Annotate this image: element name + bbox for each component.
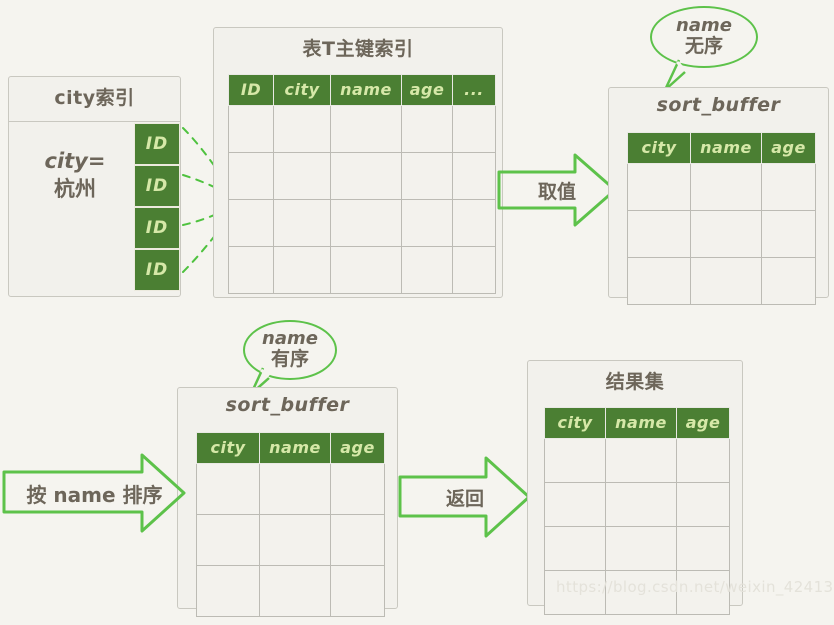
table-cell bbox=[330, 463, 385, 515]
city-condition-line1: city= bbox=[44, 149, 106, 173]
table-cell bbox=[544, 482, 606, 527]
table-row bbox=[196, 565, 385, 617]
column-header: name bbox=[605, 407, 677, 439]
sort-buffer-top-grid: city name age bbox=[627, 132, 816, 305]
table-cell bbox=[544, 526, 606, 571]
table-cell bbox=[330, 105, 402, 153]
table-cell bbox=[452, 152, 496, 200]
table-cell bbox=[330, 246, 402, 294]
bubble-top-line2: 无序 bbox=[684, 34, 723, 57]
city-condition-line2: 杭州 bbox=[54, 177, 96, 202]
table-row bbox=[627, 210, 816, 258]
table-cell bbox=[690, 257, 762, 305]
table-cell bbox=[761, 257, 816, 305]
column-header: ID bbox=[228, 74, 274, 106]
table-cell bbox=[627, 210, 691, 258]
table-row bbox=[544, 526, 730, 571]
table-cell bbox=[330, 152, 402, 200]
column-header: age bbox=[676, 407, 730, 439]
table-cell bbox=[544, 438, 606, 483]
sort-by-name-arrow-label: 按 name 排序 bbox=[26, 482, 163, 507]
table-cell bbox=[690, 163, 762, 211]
table-row bbox=[627, 257, 816, 305]
city-index-title: city索引 bbox=[54, 87, 135, 109]
table-cell bbox=[401, 152, 453, 200]
table-cell bbox=[273, 246, 331, 294]
table-t-grid: ID city name age... bbox=[228, 74, 496, 294]
table-cell bbox=[228, 105, 274, 153]
result-set-panel: 结果集 city name age bbox=[527, 360, 743, 615]
fetch-arrow: 取值 bbox=[497, 152, 617, 228]
table-header-row: city name age bbox=[544, 407, 730, 439]
table-cell bbox=[228, 152, 274, 200]
table-cell bbox=[605, 526, 677, 571]
table-row bbox=[228, 199, 496, 247]
table-row bbox=[544, 482, 730, 527]
table-cell bbox=[273, 105, 331, 153]
table-cell bbox=[259, 565, 331, 617]
table-cell bbox=[676, 526, 730, 571]
column-header: age bbox=[330, 432, 385, 464]
column-header: ... bbox=[452, 74, 496, 106]
table-cell bbox=[401, 246, 453, 294]
sort-buffer-top-title: sort_buffer bbox=[656, 94, 781, 116]
table-row bbox=[627, 163, 816, 211]
table-cell bbox=[676, 438, 730, 483]
table-cell bbox=[228, 199, 274, 247]
table-cell bbox=[761, 210, 816, 258]
table-row bbox=[544, 438, 730, 483]
column-header: age bbox=[761, 132, 816, 164]
table-cell bbox=[401, 199, 453, 247]
column-header: name bbox=[259, 432, 331, 464]
table-cell bbox=[627, 257, 691, 305]
table-cell bbox=[330, 514, 385, 566]
table-cell bbox=[676, 482, 730, 527]
table-cell bbox=[273, 199, 331, 247]
column-header: city bbox=[627, 132, 691, 164]
column-header: city bbox=[273, 74, 331, 106]
table-cell bbox=[330, 199, 402, 247]
diagram-canvas: city索引 city= 杭州 ID ID ID ID 表T主键索引 ID city na… bbox=[0, 0, 834, 625]
result-set-title: 结果集 bbox=[605, 371, 665, 393]
table-cell bbox=[196, 565, 260, 617]
sort-buffer-top-panel: sort_buffer city name age bbox=[608, 87, 829, 305]
column-header: name bbox=[330, 74, 402, 106]
table-row bbox=[228, 246, 496, 294]
table-cell bbox=[259, 463, 331, 515]
sort-buffer-bottom-title: sort_buffer bbox=[225, 394, 350, 416]
city-condition: city= 杭州 bbox=[15, 147, 135, 204]
table-cell bbox=[605, 482, 677, 527]
table-cell bbox=[690, 210, 762, 258]
table-cell bbox=[228, 246, 274, 294]
table-cell bbox=[401, 105, 453, 153]
table-t-title: 表T主键索引 bbox=[302, 38, 414, 60]
column-header: name bbox=[690, 132, 762, 164]
table-header-row: ID city name age... bbox=[228, 74, 496, 106]
table-cell bbox=[761, 163, 816, 211]
return-arrow: 返回 bbox=[398, 455, 532, 539]
city-index-title-row: city索引 bbox=[9, 77, 180, 122]
table-cell bbox=[330, 565, 385, 617]
bubble-bottom-line1: name bbox=[262, 328, 318, 350]
bubble-top-line1: name bbox=[676, 15, 732, 37]
table-row bbox=[228, 152, 496, 200]
table-cell bbox=[452, 246, 496, 294]
watermark: https://blog.csdn.net/weixin_42413454 bbox=[556, 578, 834, 596]
table-cell bbox=[452, 199, 496, 247]
column-header: city bbox=[544, 407, 606, 439]
column-header: age bbox=[401, 74, 453, 106]
table-cell bbox=[452, 105, 496, 153]
table-cell bbox=[605, 438, 677, 483]
sort-by-name-arrow: 按 name 排序 bbox=[2, 452, 187, 534]
table-t-panel: 表T主键索引 ID city name age... bbox=[213, 27, 503, 298]
table-cell bbox=[259, 514, 331, 566]
table-row bbox=[228, 105, 496, 153]
table-header-row: city name age bbox=[627, 132, 816, 164]
table-cell bbox=[273, 152, 331, 200]
table-cell bbox=[627, 163, 691, 211]
